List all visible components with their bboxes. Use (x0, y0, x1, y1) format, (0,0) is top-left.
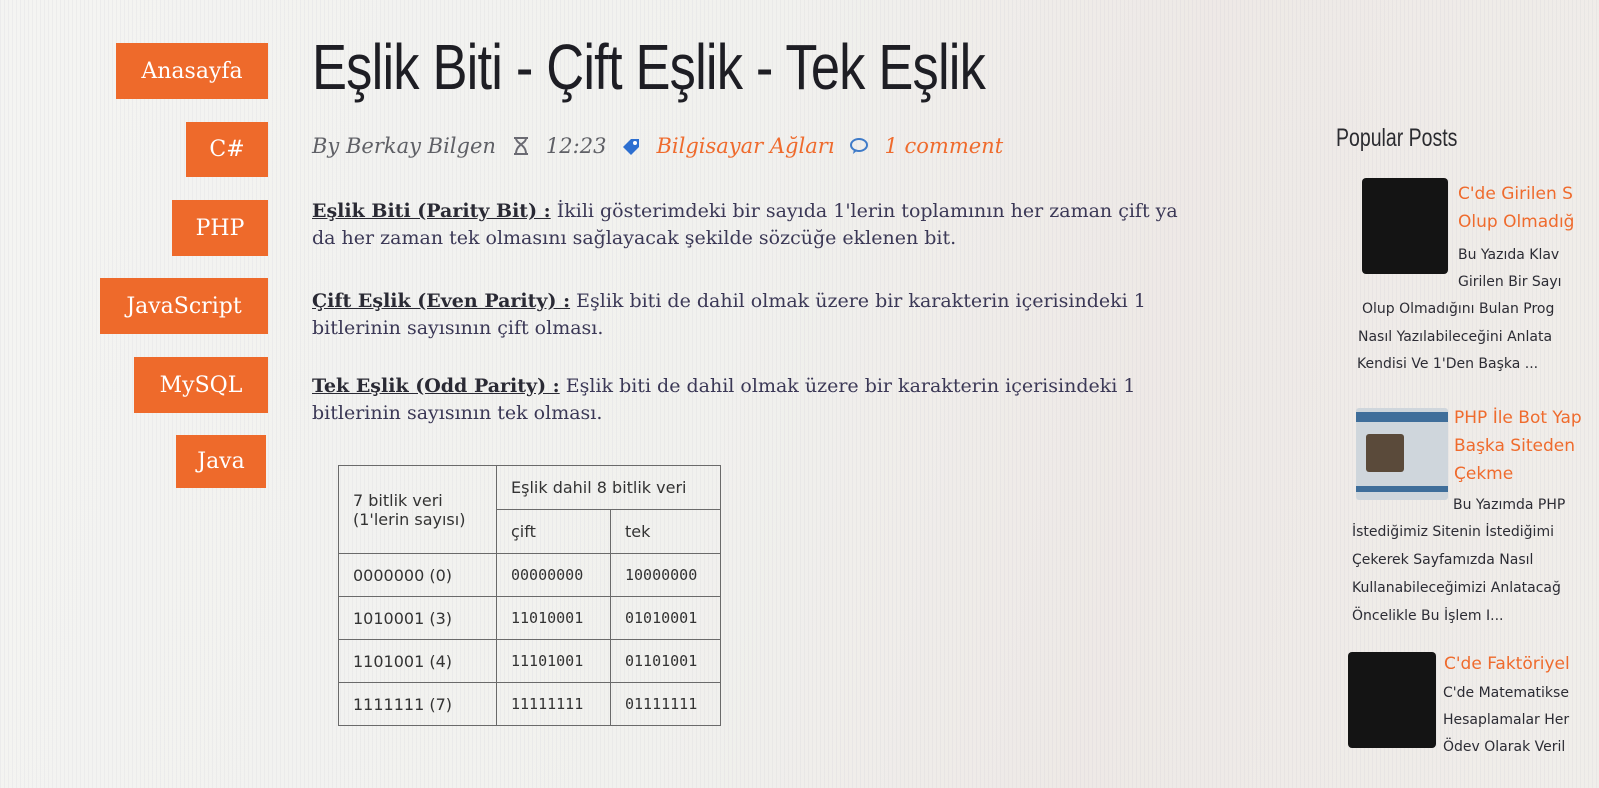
thumbnail-image (1366, 434, 1404, 472)
table-header-odd: tek (610, 509, 721, 554)
popular-post-excerpt: Nasıl Yazılabileceğini Anlata (1358, 329, 1553, 345)
popular-post-excerpt: Kendisi Ve 1'Den Başka ... (1357, 356, 1539, 372)
nav-item-javascript[interactable]: JavaScript (100, 278, 268, 334)
nav-item-anasayfa[interactable]: Anasayfa (116, 43, 268, 99)
table-cell-odd: 10000000 (610, 553, 721, 597)
table-cell-even: 11111111 (496, 682, 611, 726)
post-title: Eşlik Biti - Çift Eşlik - Tek Eşlik (312, 31, 986, 103)
thumbnail-bar (1356, 486, 1448, 492)
table-header-group: Eşlik dahil 8 bitlik veri (496, 465, 721, 510)
table-header-data: 7 bitlik veri (1'lerin sayısı) (338, 465, 497, 554)
popular-post-title[interactable]: C'de Girilen S Olup Olmadığ (1458, 180, 1574, 236)
parity-table: 7 bitlik veri (1'lerin sayısı) Eşlik dah… (338, 465, 721, 726)
table-cell-data: 1101001 (4) (338, 639, 497, 683)
popular-post-excerpt: Hesaplamalar Her (1443, 712, 1570, 728)
table-cell-data: 1111111 (7) (338, 682, 497, 726)
header-text: 7 bitlik veri (353, 490, 443, 510)
paragraph-parity-bit: Eşlik Biti (Parity Bit) : İkili gösterim… (312, 198, 1212, 252)
paragraph-odd-parity: Tek Eşlik (Odd Parity) : Eşlik biti de d… (312, 373, 1212, 427)
popular-posts-title: Popular Posts (1336, 124, 1458, 152)
thumbnail-bar (1356, 412, 1448, 422)
nav-item-java[interactable]: Java (176, 435, 266, 488)
nav-item-csharp[interactable]: C# (186, 122, 268, 177)
post-author[interactable]: By Berkay Bilgen (312, 134, 496, 158)
popular-post-title[interactable]: PHP İle Bot Yap Başka Siteden Çekme (1454, 404, 1582, 488)
table-header-even: çift (496, 509, 611, 554)
popular-post-excerpt: Kullanabileceğimizi Anlatacağ (1352, 580, 1561, 596)
nav-item-php[interactable]: PHP (172, 200, 268, 256)
table-cell-even: 11010001 (496, 596, 611, 640)
paragraph-text: İkili gösterimdeki bir sayıda 1'lerin to… (550, 200, 1178, 222)
table-cell-even: 11101001 (496, 639, 611, 683)
table-cell-data: 0000000 (0) (338, 553, 497, 597)
popular-post-excerpt: Bu Yazımda PHP (1453, 497, 1566, 513)
popular-post-excerpt: Girilen Bir Sayı (1458, 274, 1562, 290)
table-row: 0000000 (0) 00000000 10000000 (338, 553, 721, 597)
popular-post-excerpt: Bu Yazıda Klav (1458, 247, 1560, 263)
table-cell-odd: 01111111 (610, 682, 721, 726)
title-line[interactable]: Başka Siteden (1454, 436, 1575, 456)
clock-icon (510, 135, 532, 157)
post-meta: By Berkay Bilgen 12:23 Bilgisayar Ağları… (312, 134, 1003, 158)
popular-post-thumbnail[interactable] (1362, 178, 1448, 274)
popular-post-excerpt: C'de Matematikse (1443, 685, 1569, 701)
popular-post-excerpt: Çekerek Sayfamızda Nasıl (1352, 552, 1534, 568)
paragraph-text: da her zaman tek olmasını sağlayacak şek… (312, 227, 957, 249)
table-cell-even: 00000000 (496, 553, 611, 597)
post-comments-link[interactable]: 1 comment (884, 134, 1003, 158)
term-even-parity: Çift Eşlik (Even Parity) : (312, 290, 571, 312)
paragraph-text: Eşlik biti de dahil olmak üzere bir kara… (570, 290, 1146, 312)
paragraph-text: Eşlik biti de dahil olmak üzere bir kara… (559, 375, 1136, 397)
table-cell-odd: 01101001 (610, 639, 721, 683)
table-row: 1010001 (3) 11010001 01010001 (338, 596, 721, 640)
popular-post-excerpt: İstediğimiz Sitenin İstediğimi (1352, 524, 1554, 540)
table-header-row: 7 bitlik veri (1'lerin sayısı) Eşlik dah… (338, 465, 721, 554)
table-cell-data: 1010001 (3) (338, 596, 497, 640)
header-text: (1'lerin sayısı) (353, 509, 466, 529)
popular-post-thumbnail[interactable] (1356, 408, 1448, 500)
title-line[interactable]: C'de Faktöriyel (1444, 654, 1570, 674)
term-odd-parity: Tek Eşlik (Odd Parity) : (312, 375, 560, 397)
popular-post-excerpt: Öncelikle Bu İşlem I... (1352, 608, 1504, 624)
nav-item-mysql[interactable]: MySQL (134, 357, 268, 413)
title-line[interactable]: Çekme (1454, 464, 1513, 484)
comment-icon (848, 135, 870, 157)
post-category-link[interactable]: Bilgisayar Ağları (656, 134, 834, 158)
popular-post-excerpt: Olup Olmadığını Bulan Prog (1362, 301, 1555, 317)
term-parity-bit: Eşlik Biti (Parity Bit) : (312, 200, 551, 222)
paragraph-text: bitlerinin sayısının çift olması. (312, 317, 604, 339)
table-row: 1101001 (4) 11101001 01101001 (338, 639, 721, 683)
table-row: 1111111 (7) 11111111 01111111 (338, 682, 721, 726)
popular-post-title[interactable]: C'de Faktöriyel (1444, 650, 1570, 678)
title-line[interactable]: C'de Girilen S (1458, 184, 1573, 204)
popular-post-excerpt: Ödev Olarak Veril (1443, 739, 1566, 755)
paragraph-even-parity: Çift Eşlik (Even Parity) : Eşlik biti de… (312, 288, 1212, 342)
table-cell-odd: 01010001 (610, 596, 721, 640)
tag-icon (620, 135, 642, 157)
title-line[interactable]: Olup Olmadığ (1458, 212, 1574, 232)
popular-post-thumbnail[interactable] (1348, 652, 1436, 748)
paragraph-text: bitlerinin sayısının tek olması. (312, 402, 603, 424)
title-line[interactable]: PHP İle Bot Yap (1454, 408, 1582, 428)
post-time: 12:23 (545, 134, 607, 158)
